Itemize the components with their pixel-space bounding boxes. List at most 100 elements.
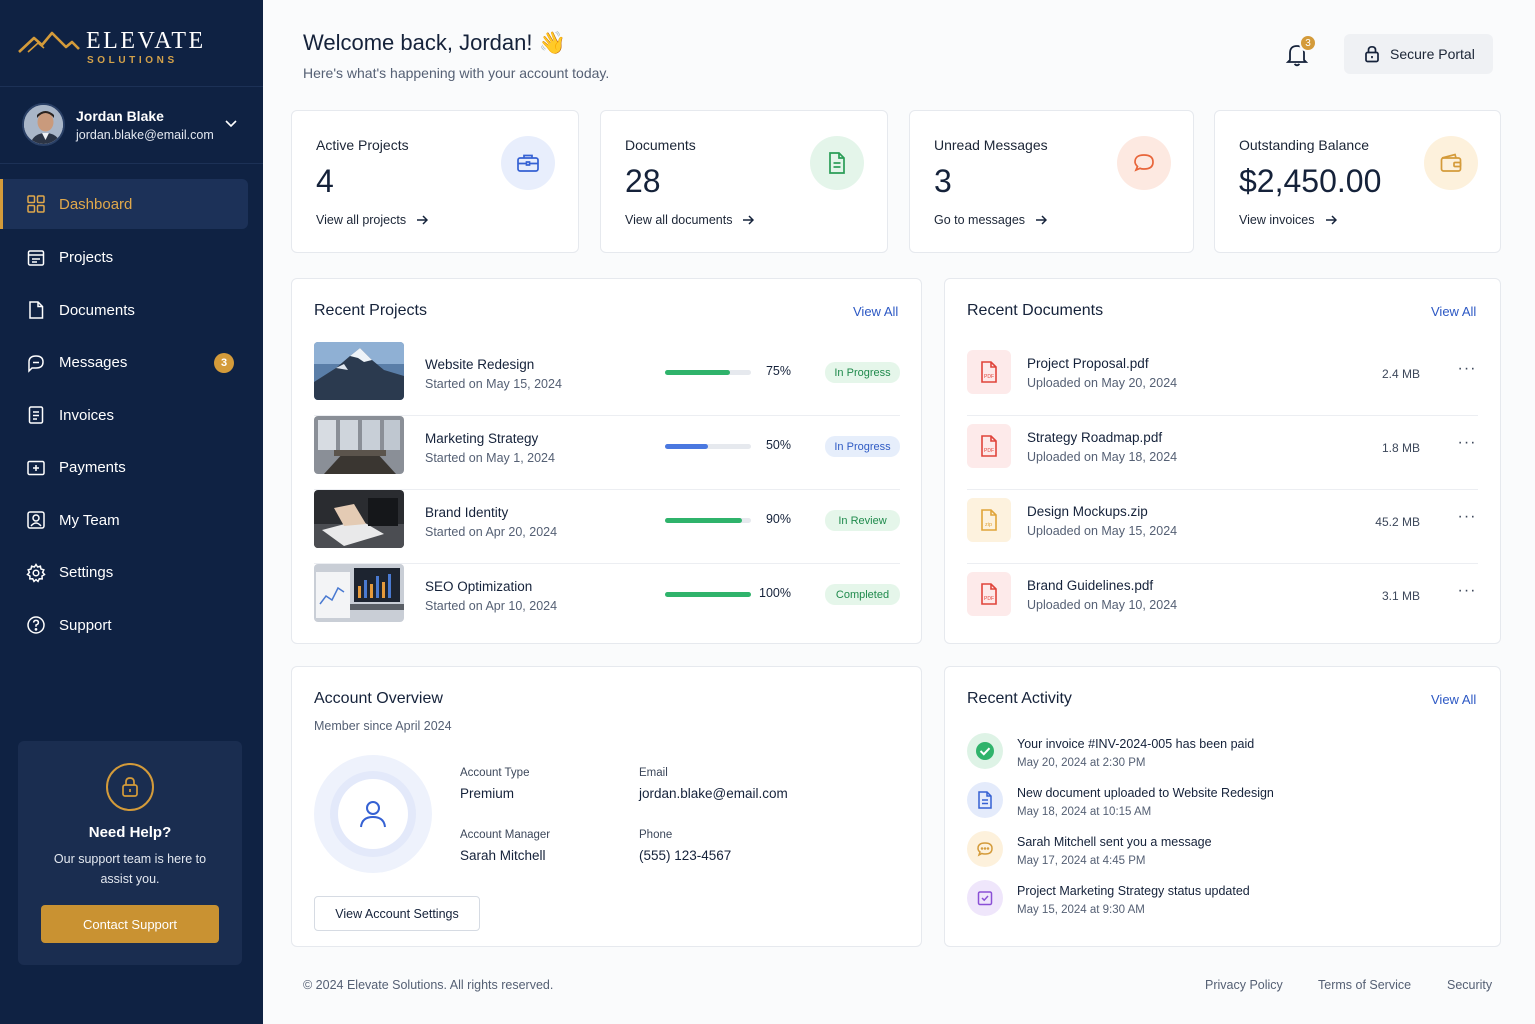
sidebar-item-support[interactable]: Support <box>0 599 263 652</box>
more-options-icon[interactable]: ··· <box>1457 360 1477 380</box>
page-title: Welcome back, Jordan! 👋 <box>303 30 566 55</box>
brand-tagline: SOLUTIONS <box>87 55 178 66</box>
activity-time: May 17, 2024 at 4:45 PM <box>1017 855 1146 867</box>
activity-time: May 15, 2024 at 9:30 AM <box>1017 904 1145 916</box>
stat-value: $2,450.00 <box>1239 163 1382 199</box>
more-options-icon[interactable]: ··· <box>1457 582 1477 602</box>
progress-percent: 50% <box>765 438 791 452</box>
contact-support-button[interactable]: Contact Support <box>41 905 219 943</box>
table-row[interactable]: Website Redesign Started on May 15, 2024… <box>314 342 900 416</box>
sidebar-item-my-team[interactable]: My Team <box>0 494 263 547</box>
terms-of-service-link[interactable]: Terms of Service <box>1318 978 1411 992</box>
document-size: 3.1 MB <box>1381 589 1420 603</box>
progress-percent: 90% <box>765 512 791 526</box>
status-badge: In Progress <box>825 362 900 383</box>
recent-activity-panel: Recent Activity View All Your invoice #I… <box>944 666 1501 947</box>
activity-text: Project Marketing Strategy status update… <box>1017 884 1250 898</box>
chat-icon <box>26 353 46 373</box>
sidebar-item-label: Documents <box>59 301 135 319</box>
sidebar-item-invoices[interactable]: Invoices <box>0 389 263 442</box>
sidebar: ELEVATE SOLUTIONS Jordan Blake jordan.bl… <box>0 0 263 1024</box>
user-menu[interactable]: Jordan Blake jordan.blake@email.com <box>0 86 263 164</box>
help-icon <box>26 615 46 635</box>
activity-view-all-link[interactable]: View All <box>1431 692 1476 707</box>
panel-title: Recent Activity <box>967 690 1072 707</box>
activity-item[interactable]: Your invoice #INV-2024-005 has been paid… <box>967 733 1477 779</box>
stat-link-label: View all documents <box>625 213 733 227</box>
help-title: Need Help? <box>88 824 172 841</box>
stat-card-unread-messages: Unread Messages 3 Go to messages <box>909 110 1194 253</box>
stat-value: 28 <box>625 163 661 199</box>
privacy-policy-link[interactable]: Privacy Policy <box>1205 978 1283 992</box>
sidebar-item-documents[interactable]: Documents <box>0 284 263 337</box>
sidebar-item-label: Settings <box>59 564 114 582</box>
stat-card-documents: Documents 28 View all documents <box>600 110 888 253</box>
table-row[interactable]: SEO Optimization Started on Apr 10, 2024… <box>314 564 900 638</box>
view-invoices-link[interactable]: View invoices <box>1239 213 1337 227</box>
table-row[interactable]: Marketing Strategy Started on May 1, 202… <box>314 416 900 490</box>
document-date: Uploaded on May 20, 2024 <box>1027 376 1178 390</box>
sidebar-item-label: Payments <box>59 459 126 477</box>
progress-percent: 100% <box>759 586 791 600</box>
document-name: Project Proposal.pdf <box>1027 356 1149 371</box>
documents-view-all-link[interactable]: View All <box>1431 304 1476 319</box>
notification-count-badge: 3 <box>1299 34 1317 52</box>
document-size: 2.4 MB <box>1381 367 1420 381</box>
chat-icon <box>1117 136 1171 190</box>
view-all-projects-link[interactable]: View all projects <box>316 213 429 227</box>
user-icon <box>338 779 408 849</box>
progress-fill <box>665 592 751 597</box>
project-thumbnail <box>314 416 404 474</box>
brand-logo[interactable]: ELEVATE SOLUTIONS <box>18 26 248 66</box>
go-to-messages-link[interactable]: Go to messages <box>934 213 1048 227</box>
sidebar-item-dashboard[interactable]: Dashboard <box>0 179 248 229</box>
activity-text: New document uploaded to Website Redesig… <box>1017 786 1274 800</box>
recent-projects-panel: Recent Projects View All Website Redesig… <box>291 278 922 644</box>
sidebar-item-settings[interactable]: Settings <box>0 547 263 600</box>
account-type-value: Premium <box>460 786 515 801</box>
list-item[interactable]: PDF Project Proposal.pdf Uploaded on May… <box>967 342 1478 416</box>
projects-view-all-link[interactable]: View All <box>853 304 898 319</box>
activity-time: May 18, 2024 at 10:15 AM <box>1017 806 1152 818</box>
sidebar-item-projects[interactable]: Projects <box>0 232 263 285</box>
secure-portal-button[interactable]: Secure Portal <box>1344 34 1493 74</box>
sidebar-item-payments[interactable]: Payments <box>0 442 263 495</box>
stat-label: Documents <box>625 137 696 153</box>
account-manager-value: Sarah Mitchell <box>460 848 546 863</box>
panel-title: Account Overview <box>314 690 443 707</box>
document-date: Uploaded on May 10, 2024 <box>1027 598 1178 612</box>
chevron-down-icon[interactable] <box>224 119 238 129</box>
more-options-icon[interactable]: ··· <box>1457 508 1477 528</box>
document-icon <box>810 136 864 190</box>
stat-value: 4 <box>316 163 334 199</box>
sidebar-item-messages[interactable]: Messages 3 <box>0 337 263 390</box>
status-badge: In Review <box>825 510 900 531</box>
recent-documents-panel: Recent Documents View All PDF Project Pr… <box>944 278 1501 644</box>
stat-label: Active Projects <box>316 137 409 153</box>
table-row[interactable]: Brand Identity Started on Apr 20, 2024 9… <box>314 490 900 564</box>
document-name: Brand Guidelines.pdf <box>1027 578 1154 593</box>
briefcase-icon <box>501 136 555 190</box>
list-item[interactable]: zip Design Mockups.zip Uploaded on May 1… <box>967 490 1478 564</box>
view-account-settings-button[interactable]: View Account Settings <box>314 896 480 931</box>
document-icon <box>26 300 46 320</box>
projects-icon <box>26 248 46 268</box>
activity-item[interactable]: New document uploaded to Website Redesig… <box>967 782 1477 828</box>
stat-value: 3 <box>934 163 952 199</box>
panel-title: Recent Documents <box>967 302 1104 319</box>
user-name: Jordan Blake <box>76 108 164 124</box>
stat-label: Unread Messages <box>934 137 1048 153</box>
project-name: Marketing Strategy <box>425 431 539 446</box>
more-options-icon[interactable]: ··· <box>1457 434 1477 454</box>
list-item[interactable]: PDF Brand Guidelines.pdf Uploaded on May… <box>967 564 1478 638</box>
sidebar-item-label: Dashboard <box>59 195 133 213</box>
security-link[interactable]: Security <box>1447 978 1492 992</box>
list-item[interactable]: PDF Strategy Roadmap.pdf Uploaded on May… <box>967 416 1478 490</box>
activity-item[interactable]: Sarah Mitchell sent you a message May 17… <box>967 831 1477 877</box>
activity-item[interactable]: Project Marketing Strategy status update… <box>967 880 1477 926</box>
activity-time: May 20, 2024 at 2:30 PM <box>1017 757 1146 769</box>
view-all-documents-link[interactable]: View all documents <box>625 213 755 227</box>
progress-fill <box>665 370 730 375</box>
sidebar-nav: Dashboard Projects Documents Messages 3 <box>0 179 263 652</box>
svg-text:zip: zip <box>985 522 992 528</box>
